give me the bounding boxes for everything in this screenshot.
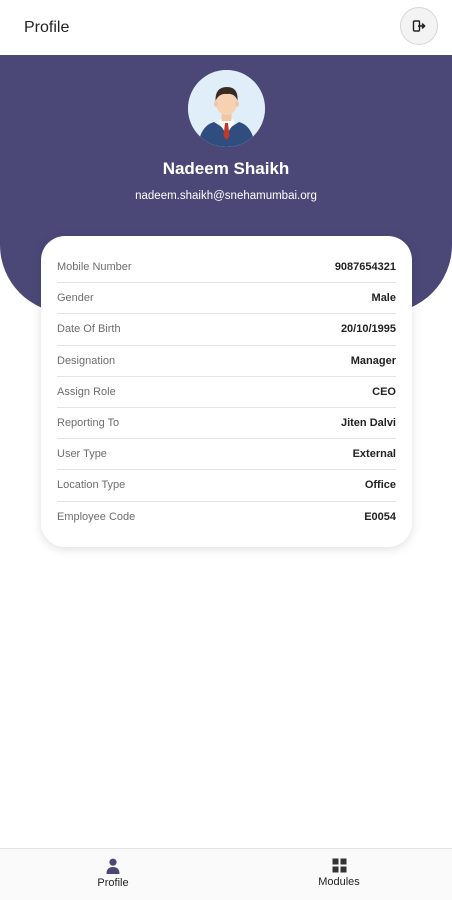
detail-row-user-type: User Type External — [57, 439, 396, 471]
nav-item-modules[interactable]: Modules — [226, 849, 452, 900]
detail-value: Office — [364, 479, 396, 492]
detail-label: Designation — [57, 354, 116, 367]
profile-screen: Profile Nadeem Shaikh nadeem.shaikh@sneh… — [0, 0, 452, 900]
app-bar: Profile — [0, 0, 452, 55]
detail-row-mobile-number: Mobile Number 9087654321 — [57, 252, 396, 284]
page-title: Profile — [24, 18, 70, 36]
detail-label: Gender — [57, 292, 94, 305]
detail-row-assign-role: Assign Role CEO — [57, 377, 396, 408]
detail-label: Employee Code — [57, 511, 136, 524]
detail-value: E0054 — [364, 511, 396, 524]
detail-value: External — [352, 448, 396, 461]
detail-row-date-of-birth: Date Of Birth 20/10/1995 — [57, 314, 396, 346]
avatar — [188, 70, 265, 147]
detail-value: CEO — [372, 385, 396, 398]
logout-button[interactable] — [400, 7, 438, 45]
nav-item-profile[interactable]: Profile — [0, 849, 226, 900]
detail-label: Reporting To — [57, 417, 120, 430]
detail-value: 9087654321 — [334, 261, 396, 274]
detail-value: 20/10/1995 — [340, 323, 396, 336]
detail-row-location-type: Location Type Office — [57, 470, 396, 502]
detail-row-reporting-to: Reporting To Jiten Dalvi — [57, 408, 396, 440]
detail-value: Jiten Dalvi — [340, 417, 396, 430]
person-icon — [106, 858, 120, 874]
detail-value: Manager — [350, 354, 396, 367]
detail-value: Male — [371, 292, 396, 305]
profile-email: nadeem.shaikh@snehamumbai.org — [135, 190, 317, 202]
detail-label: Mobile Number — [57, 261, 132, 274]
detail-label: Location Type — [57, 479, 126, 492]
detail-label: User Type — [57, 448, 107, 461]
nav-label-modules: Modules — [318, 876, 360, 888]
profile-details-card: Mobile Number 9087654321 Gender Male Dat… — [41, 236, 412, 547]
detail-label: Assign Role — [57, 385, 116, 398]
detail-row-designation: Designation Manager — [57, 346, 396, 377]
nav-label-profile: Profile — [97, 877, 129, 889]
grid-icon — [332, 858, 346, 873]
detail-row-employee-code: Employee Code E0054 — [57, 502, 396, 533]
user-avatar-illustration — [188, 70, 265, 147]
detail-label: Date Of Birth — [57, 323, 121, 336]
bottom-navigation: Profile Modules — [0, 848, 452, 900]
logout-icon — [412, 20, 426, 32]
profile-name: Nadeem Shaikh — [162, 159, 290, 178]
detail-row-gender: Gender Male — [57, 283, 396, 315]
